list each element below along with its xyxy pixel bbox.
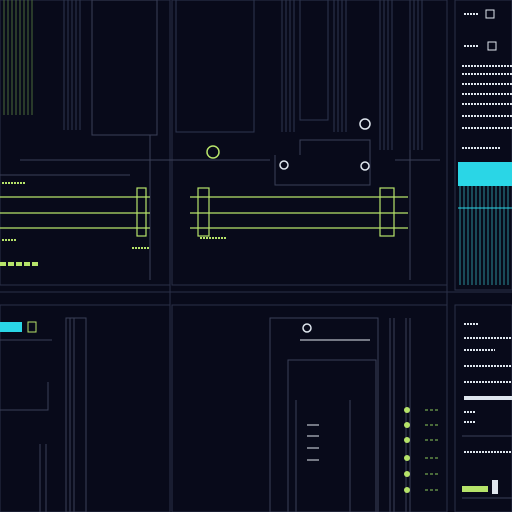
- white-bar-right: [464, 396, 512, 400]
- background: [0, 0, 512, 512]
- cyan-bar-right: [458, 162, 512, 186]
- white-knob-right: [492, 480, 498, 494]
- blueprint-canvas: [0, 0, 512, 512]
- cyan-indicator-left: [0, 322, 22, 332]
- green-bar-right: [462, 486, 488, 492]
- abstract-schematic: [0, 0, 512, 512]
